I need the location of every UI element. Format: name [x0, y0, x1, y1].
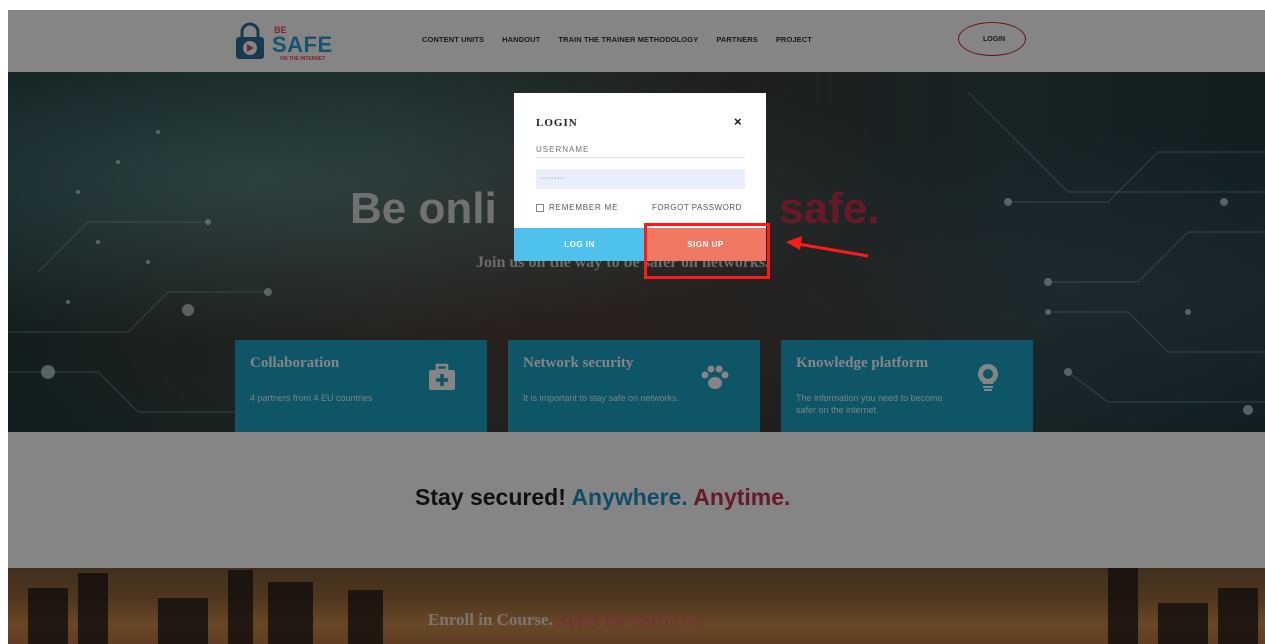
password-value: ········· — [540, 175, 566, 182]
modal-title: LOGIN — [536, 117, 578, 129]
annotation-arrow-icon — [786, 236, 869, 258]
forgot-password-link[interactable]: FORGOT PASSWORD — [652, 203, 742, 212]
close-icon[interactable]: × — [734, 114, 742, 129]
checkbox-icon — [536, 203, 544, 212]
remember-me-checkbox[interactable]: REMEMBER ME — [536, 203, 618, 212]
password-input[interactable]: ········· — [536, 169, 745, 189]
remember-me-label: REMEMBER ME — [549, 203, 619, 212]
login-button[interactable]: LOG IN — [514, 228, 645, 261]
username-input[interactable] — [536, 138, 745, 158]
signup-annotation-box — [644, 223, 770, 279]
